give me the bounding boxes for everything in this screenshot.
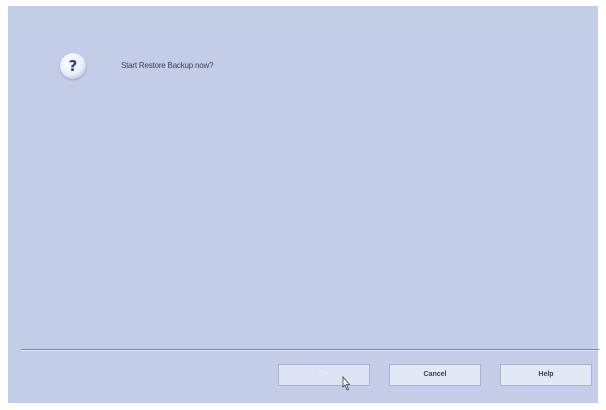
mouse-pointer-icon (342, 376, 351, 391)
cancel-button[interactable]: Cancel (389, 364, 481, 386)
question-icon: ? (60, 53, 86, 79)
ok-button[interactable]: OK (278, 364, 370, 386)
question-mark-glyph: ? (68, 57, 78, 75)
divider-highlight (21, 350, 599, 351)
restore-dialog: ? Start Restore Backup now? OK Cancel He… (8, 6, 599, 403)
dialog-message: Start Restore Backup now? (121, 61, 214, 70)
help-button[interactable]: Help (500, 364, 592, 386)
